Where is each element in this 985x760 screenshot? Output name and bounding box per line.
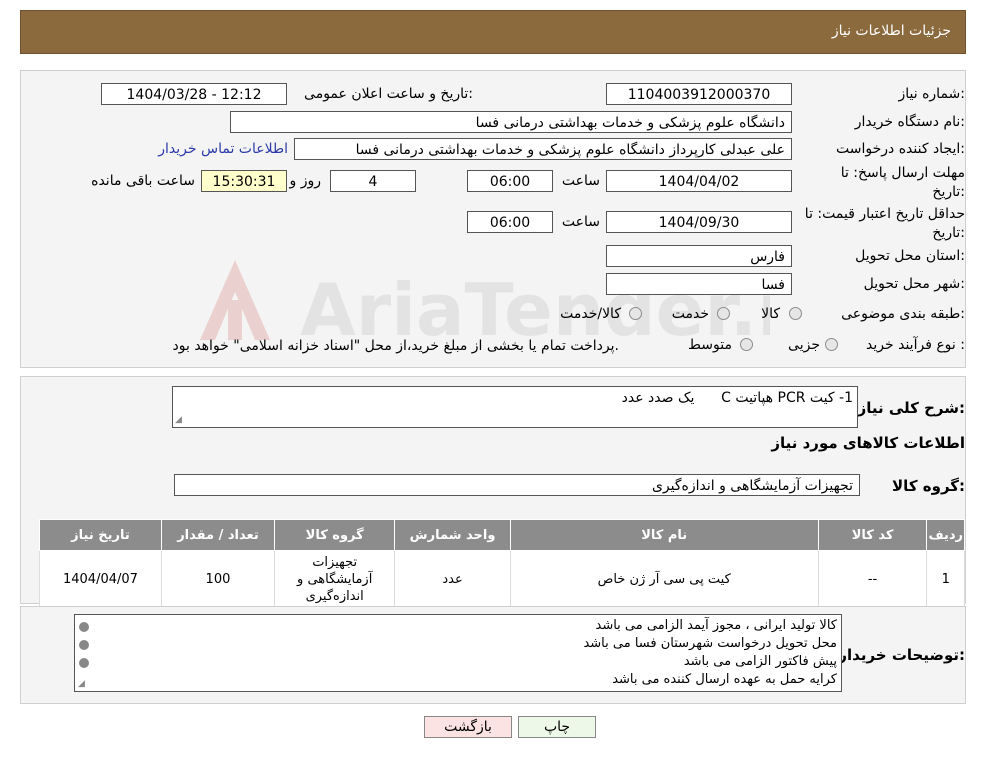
table-row: 1 -- کیت پی سی آر ژن خاص عدد تجهیزات آزم… — [39, 550, 965, 608]
resize-grip-icon: ◢ — [175, 415, 182, 425]
col-row: ردیف — [926, 519, 965, 551]
scroll-dot-icon — [79, 658, 89, 668]
items-table-header: ردیف کد کالا نام کالا واحد شمارش گروه کا… — [39, 519, 965, 551]
print-button[interactable]: چاپ — [518, 716, 596, 738]
validity-label-line2: تاریخ: — [932, 225, 965, 241]
buyer-org-field: دانشگاه علوم پزشکی و خدمات بهداشتی درمان… — [230, 111, 792, 133]
buyer-note-line: محل تحویل درخواست شهرستان فسا می باشد — [583, 636, 837, 651]
buyer-note-line: کالا تولید ایرانی ، مجوز آیمد الزامی می … — [595, 618, 838, 633]
creator-label: ایجاد کننده درخواست: — [836, 141, 965, 157]
days-field: 4 — [330, 170, 416, 192]
cell-qty: 100 — [160, 550, 276, 608]
buyer-note-line: پیش فاکتور الزامی می باشد — [683, 654, 837, 669]
buyer-contact-link[interactable]: اطلاعات تماس خریدار — [158, 141, 288, 157]
process-label: نوع فرآیند خرید : — [866, 337, 965, 353]
category-option-goods-service: کالا/خدمت — [560, 306, 621, 322]
category-label: طبقه بندی موضوعی: — [841, 306, 965, 322]
remaining-time-field: 15:30:31 — [201, 170, 287, 192]
process-note: پرداخت تمام یا بخشی از مبلغ خرید،از محل … — [172, 338, 619, 354]
need-number-label: شماره نیاز: — [898, 86, 965, 102]
remaining-label: ساعت باقی مانده — [91, 173, 195, 189]
page-header: جزئیات اطلاعات نیاز — [20, 10, 966, 54]
cell-group: تجهیزات آزمایشگاهی و اندازه‌گیری — [274, 550, 396, 608]
col-unit: واحد شمارش — [394, 519, 511, 551]
category-radio-service[interactable] — [717, 307, 730, 320]
category-radio-goods[interactable] — [789, 307, 802, 320]
cell-row: 1 — [926, 550, 965, 608]
page-title: جزئیات اطلاعات نیاز — [831, 23, 951, 39]
deadline-label-line1: مهلت ارسال پاسخ: تا — [840, 165, 965, 181]
description-textarea[interactable]: 1- کیت PCR هپاتیت C یک صدد عدد ◢ — [172, 386, 858, 428]
category-option-goods: کالا — [761, 306, 780, 322]
buyer-notes-label: توضیحات خریدار: — [838, 646, 965, 664]
col-group: گروه کالا — [274, 519, 396, 551]
resize-grip-icon: ◢ — [78, 679, 85, 689]
process-radio-minor[interactable] — [825, 338, 838, 351]
col-qty: تعداد / مقدار — [160, 519, 276, 551]
buyer-notes-textarea[interactable]: کالا تولید ایرانی ، مجوز آیمد الزامی می … — [74, 614, 842, 692]
need-number-field: 1104003912000370 — [606, 83, 792, 105]
col-date: تاریخ نیاز — [39, 519, 162, 551]
category-option-service: خدمت — [671, 306, 709, 322]
category-radio-goods-service[interactable] — [629, 307, 642, 320]
deadline-label: مهلت ارسال پاسخ: تا تاریخ: — [841, 164, 965, 202]
cell-code: -- — [817, 550, 928, 608]
creator-field: علی عبدلی کارپرداز دانشگاه علوم پزشکی و … — [294, 138, 792, 160]
province-label: استان محل تحویل: — [855, 248, 965, 264]
deadline-time-field: 06:00 — [467, 170, 553, 192]
back-button[interactable]: بازگشت — [424, 716, 512, 738]
items-section-title: اطلاعات کالاهای مورد نیاز — [771, 434, 965, 452]
validity-time-label: ساعت — [561, 214, 600, 230]
description-label: شرح کلی نیاز: — [857, 399, 965, 417]
scroll-dot-icon — [79, 640, 89, 650]
cell-name: کیت پی سی آر ژن خاص — [509, 550, 819, 608]
cell-unit: عدد — [394, 550, 511, 608]
deadline-label-line2: تاریخ: — [932, 184, 965, 200]
cell-date: 1404/04/07 — [39, 550, 162, 608]
validity-date-field: 1404/09/30 — [606, 211, 792, 233]
city-field: فسا — [606, 273, 792, 295]
col-code: کد کالا — [817, 519, 928, 551]
province-field: فارس — [606, 245, 792, 267]
city-label: شهر محل تحویل: — [863, 276, 965, 292]
goods-group-field: تجهیزات آزمایشگاهی و اندازه‌گیری — [174, 474, 860, 496]
process-option-medium: متوسط — [688, 337, 732, 353]
scroll-dot-icon — [79, 622, 89, 632]
validity-label-line1: حداقل تاریخ اعتبار قیمت: تا — [804, 206, 965, 222]
validity-time-field: 06:00 — [467, 211, 553, 233]
deadline-time-label: ساعت — [561, 173, 600, 189]
days-label: روز و — [289, 173, 322, 189]
announce-field: 1404/03/28 - 12:12 — [101, 83, 287, 105]
process-radio-medium[interactable] — [740, 338, 753, 351]
process-option-minor: جزیی — [788, 337, 820, 353]
col-name: نام کالا — [509, 519, 819, 551]
items-table: ردیف کد کالا نام کالا واحد شمارش گروه کا… — [39, 519, 965, 608]
validity-label: حداقل تاریخ اعتبار قیمت: تا تاریخ: — [805, 205, 965, 243]
buyer-org-label: نام دستگاه خریدار: — [854, 114, 965, 130]
buyer-note-line: کرایه حمل به عهده ارسال کننده می باشد — [612, 672, 837, 687]
notes-scrollbar[interactable]: ◢ — [75, 615, 93, 691]
goods-group-label: گروه کالا: — [892, 477, 965, 495]
deadline-date-field: 1404/04/02 — [606, 170, 792, 192]
description-text: 1- کیت PCR هپاتیت C یک صدد عدد — [621, 390, 853, 406]
announce-label: تاریخ و ساعت اعلان عمومی: — [304, 86, 473, 102]
